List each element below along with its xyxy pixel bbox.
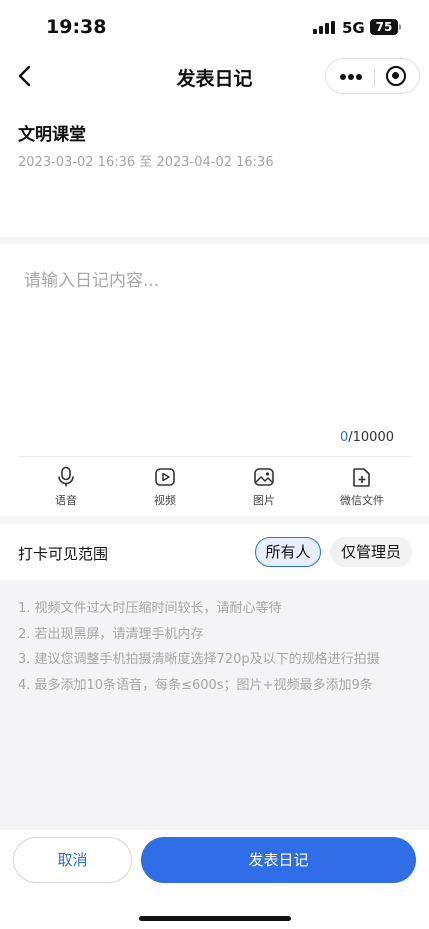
cancel-button[interactable]: 取消 (13, 837, 132, 883)
file-add-icon (353, 468, 370, 487)
microphone-icon (58, 466, 74, 487)
voice-label: 语音 (55, 494, 77, 507)
visibility-option-admin-only[interactable]: 仅管理员 (330, 537, 412, 567)
status-bar: 19:38 5G 75 (0, 0, 429, 52)
end-date: 2023-04-02 16:36 (156, 155, 274, 170)
nav-bar: 发表日记 (0, 52, 429, 100)
char-counter: 0/10000 (340, 430, 394, 445)
image-icon (254, 468, 274, 486)
start-date: 2023-03-02 16:36 (18, 155, 136, 170)
close-target-icon[interactable] (386, 66, 406, 86)
video-button[interactable]: 视频 (130, 466, 200, 510)
status-time: 19:38 (46, 16, 107, 38)
image-label: 图片 (253, 494, 275, 507)
mini-program-capsule (325, 58, 420, 94)
battery-icon: 75 (370, 19, 398, 35)
visibility-option-everyone[interactable]: 所有人 (255, 537, 321, 567)
tip-item: 2. 若出现黑屏，请清理手机内存 (18, 626, 204, 642)
course-name: 文明课堂 (18, 125, 86, 145)
image-button[interactable]: 图片 (229, 466, 299, 510)
toolbar-divider (17, 456, 412, 457)
char-count: 0 (339, 430, 349, 445)
wechat-file-label: 微信文件 (340, 494, 384, 507)
tip-item: 4. 最多添加10条语音，每条≤600s；图片+视频最多添加9条 (18, 677, 373, 693)
more-icon[interactable] (326, 59, 374, 93)
battery-tip (399, 24, 401, 30)
home-indicator (139, 916, 291, 921)
capsule-divider (374, 68, 375, 86)
bottom-action-bar: 取消 发表日记 (0, 830, 429, 929)
diary-content-input[interactable] (24, 266, 404, 426)
video-icon (155, 468, 175, 486)
diary-editor: 0/10000 语音 视频 图片 微信文件 (0, 244, 429, 516)
course-card: 文明课堂 2023-03-02 16:36 至 2023-04-02 16:36 (0, 100, 429, 237)
char-max: /10000 (348, 430, 394, 445)
wechat-file-button[interactable]: 微信文件 (327, 466, 397, 510)
tip-item: 1. 视频文件过大时压缩时间较长，请耐心等待 (18, 601, 282, 616)
visibility-row: 打卡可见范围 所有人 仅管理员 (0, 524, 429, 580)
publish-button[interactable]: 发表日记 (141, 837, 416, 883)
course-date-range: 2023-03-02 16:36 至 2023-04-02 16:36 (18, 151, 274, 170)
date-separator: 至 (139, 155, 153, 170)
tips-list: 1. 视频文件过大时压缩时间较长，请耐心等待 2. 若出现黑屏，请清理手机内存 … (18, 596, 418, 698)
tip-item: 3. 建议您调整手机拍摄清晰度选择720p及以下的规格进行拍摄 (18, 652, 380, 667)
voice-button[interactable]: 语音 (31, 466, 101, 510)
network-label: 5G (342, 19, 365, 37)
visibility-label: 打卡可见范围 (18, 545, 109, 563)
video-label: 视频 (154, 494, 176, 507)
signal-icon (313, 21, 335, 34)
